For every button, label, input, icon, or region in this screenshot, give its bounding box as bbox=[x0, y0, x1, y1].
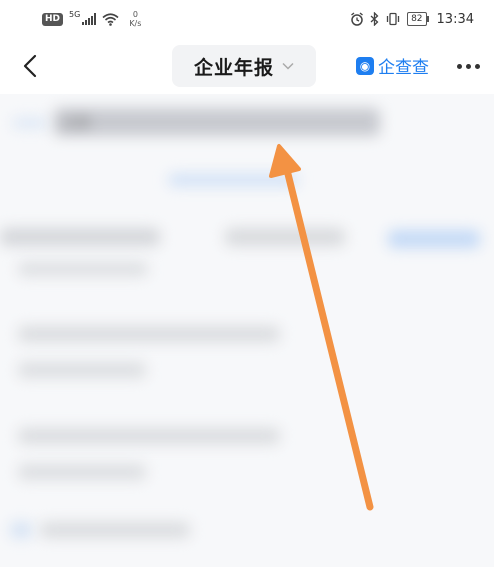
network-speed: 0 K/s bbox=[129, 10, 141, 28]
page-title: 企业年报 bbox=[193, 56, 274, 79]
network-type: 5G bbox=[69, 9, 81, 19]
more-button[interactable] bbox=[452, 56, 484, 76]
hd-badge: HD bbox=[42, 12, 64, 26]
brand-link[interactable]: ◉ 企查查 bbox=[356, 53, 429, 78]
status-bar: HD 5G 0 K/s 82 13:34 bbox=[0, 0, 494, 38]
status-time: 13:34 bbox=[436, 11, 474, 27]
page-title-dropdown[interactable]: 企业年报 bbox=[172, 45, 316, 87]
brand-logo-icon: ◉ bbox=[356, 56, 374, 75]
battery-indicator: 82 bbox=[407, 12, 430, 26]
signal-icon bbox=[82, 13, 97, 25]
status-right: 82 13:34 bbox=[350, 12, 474, 27]
more-dot-icon bbox=[474, 63, 480, 69]
brand-name: 企查查 bbox=[378, 58, 429, 78]
speed-unit: K/s bbox=[129, 19, 142, 28]
annotation-arrow-icon bbox=[269, 144, 374, 511]
chevron-down-icon bbox=[282, 62, 294, 70]
blurred-content: 江西 bbox=[0, 94, 494, 567]
wifi-icon bbox=[102, 12, 119, 26]
bluetooth-icon bbox=[370, 12, 379, 26]
nav-bar: 企业年报 ◉ 企查查 bbox=[0, 38, 494, 94]
speed-value: 0 bbox=[132, 10, 138, 19]
back-button[interactable] bbox=[14, 50, 46, 82]
more-dot-icon bbox=[456, 63, 462, 69]
vibrate-icon bbox=[386, 12, 400, 26]
chevron-left-icon bbox=[23, 54, 37, 78]
more-dot-icon bbox=[465, 63, 471, 69]
status-left: HD 5G 0 K/s bbox=[42, 10, 141, 28]
alarm-icon bbox=[351, 12, 364, 26]
